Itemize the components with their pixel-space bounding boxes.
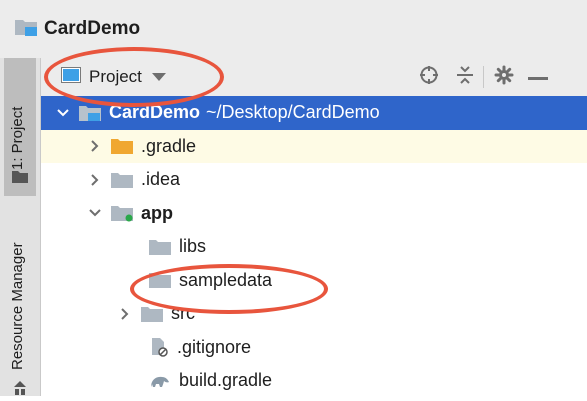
folder-icon xyxy=(111,171,133,189)
folder-name: libs xyxy=(179,236,207,257)
chevron-right-icon[interactable] xyxy=(87,174,103,186)
tree-row-idea[interactable]: .idea xyxy=(41,163,587,197)
tree-row-gitignore[interactable]: .gitignore xyxy=(41,331,587,365)
folder-icon xyxy=(149,271,171,289)
tree-row-sampledata[interactable]: sampledata xyxy=(41,264,587,298)
chevron-down-icon xyxy=(151,68,166,86)
project-folder-icon xyxy=(14,17,38,42)
toolbar-actions xyxy=(419,58,548,96)
folder-name: src xyxy=(171,303,195,324)
view-mode-label: Project xyxy=(89,67,142,86)
folder-name: app xyxy=(141,202,174,223)
folder-name: .idea xyxy=(141,169,181,190)
collapse-all-icon[interactable] xyxy=(457,65,473,90)
locate-icon[interactable] xyxy=(419,65,439,90)
tree-row-app[interactable]: app xyxy=(41,197,587,231)
gradle-icon xyxy=(149,372,171,390)
tool-window-strip: 1: Project Resource Manager xyxy=(0,58,41,396)
project-toolbar: Project xyxy=(41,58,587,97)
folder-icon xyxy=(111,137,133,155)
project-tree: CardDemo ~/Desktop/CardDemo .gradle .ide… xyxy=(41,96,587,398)
project-tab-label[interactable]: 1: Project xyxy=(9,107,26,170)
tree-row-root[interactable]: CardDemo ~/Desktop/CardDemo xyxy=(41,96,587,130)
folder-name: sampledata xyxy=(179,269,273,290)
chevron-down-icon[interactable] xyxy=(55,109,71,117)
file-name: .gitignore xyxy=(177,336,252,357)
ignored-file-icon xyxy=(149,337,169,357)
folder-icon xyxy=(149,238,171,256)
chevron-right-icon[interactable] xyxy=(87,140,103,152)
root-module-path: ~/Desktop/CardDemo xyxy=(206,102,380,123)
resource-manager-icon xyxy=(12,380,28,401)
folder-name: .gradle xyxy=(141,135,197,156)
chevron-down-icon[interactable] xyxy=(87,209,103,217)
toolbar-divider xyxy=(483,66,484,88)
project-title: CardDemo xyxy=(44,18,141,39)
hide-icon[interactable] xyxy=(528,68,548,86)
tree-row-gradle[interactable]: .gradle xyxy=(41,129,587,163)
module-folder-icon xyxy=(111,204,133,222)
chevron-right-icon[interactable] xyxy=(117,308,133,320)
folder-icon xyxy=(12,170,28,188)
folder-icon xyxy=(141,305,163,323)
tree-row-build-gradle[interactable]: build.gradle xyxy=(41,364,587,398)
tree-row-libs[interactable]: libs xyxy=(41,230,587,264)
project-view-icon xyxy=(61,66,81,88)
view-mode-dropdown[interactable]: Project xyxy=(61,66,166,88)
gear-icon[interactable] xyxy=(494,65,514,90)
module-folder-icon xyxy=(79,104,101,122)
resource-manager-tab[interactable]: Resource Manager xyxy=(9,242,26,370)
title-bar: CardDemo xyxy=(0,0,587,58)
tree-row-src[interactable]: src xyxy=(41,297,587,331)
root-module-name: CardDemo xyxy=(109,102,201,123)
file-name: build.gradle xyxy=(179,370,273,391)
